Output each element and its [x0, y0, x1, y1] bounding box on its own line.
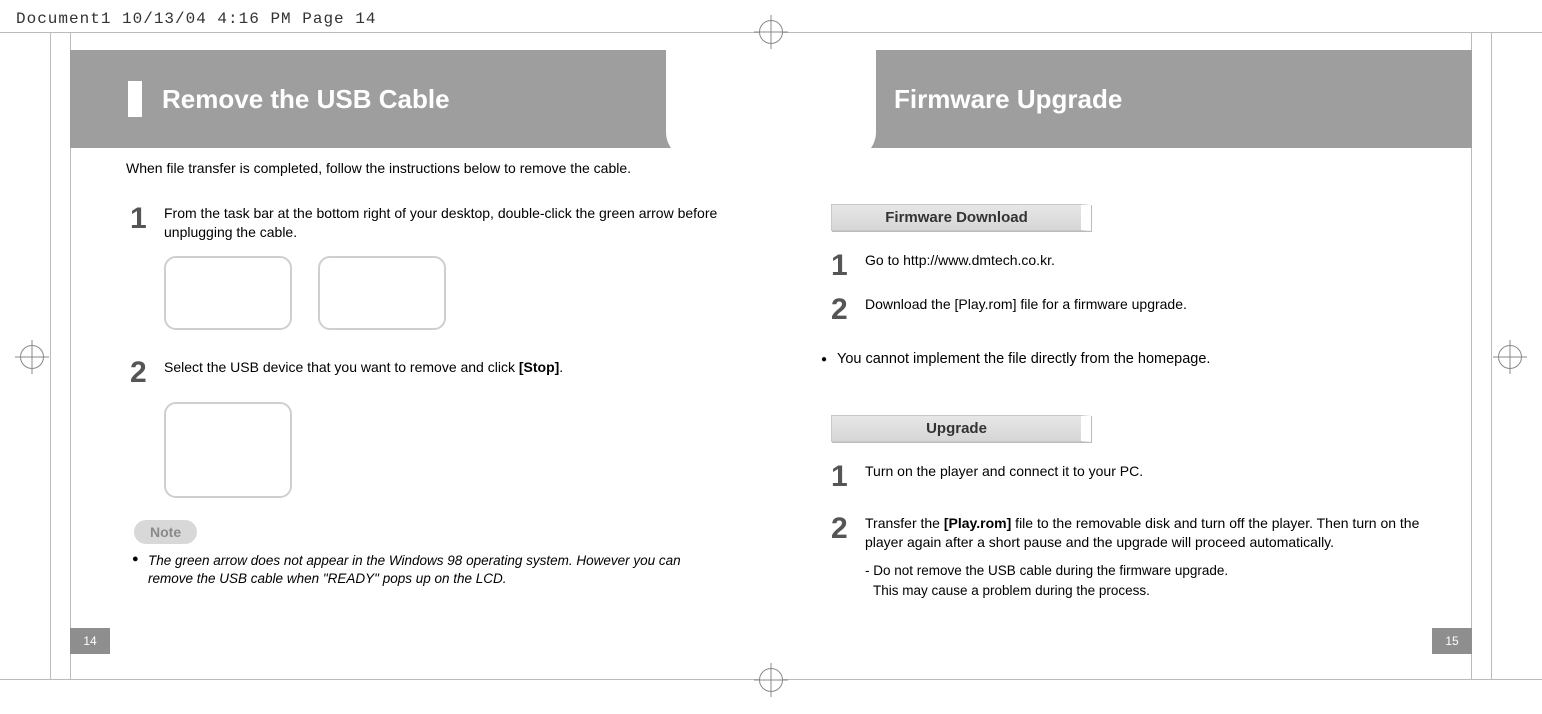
note-body: The green arrow does not appear in the W… [148, 552, 708, 588]
left-intro-text: When file transfer is completed, follow … [126, 160, 771, 176]
step-text: Download the [Play.rom] file for a firmw… [865, 295, 1187, 325]
screenshot-placeholder [164, 256, 292, 330]
page-left: When file transfer is completed, follow … [70, 50, 771, 654]
step-text: Transfer the [Play.rom] file to the remo… [865, 514, 1445, 600]
screenshot-placeholder [164, 402, 292, 498]
doc-header: Document1 10/13/04 4:16 PM Page 14 [16, 10, 376, 28]
step-text: Go to http://www.dmtech.co.kr. [865, 251, 1055, 281]
left-step-2: 2 Select the USB device that you want to… [130, 358, 771, 388]
left-step-1: 1 From the task bar at the bottom right … [130, 204, 771, 242]
step-text: Select the USB device that you want to r… [164, 358, 563, 388]
page-spread: Remove the USB Cable Firmware Upgrade Wh… [70, 50, 1472, 654]
step-number: 2 [130, 358, 164, 388]
page-number-left: 14 [70, 628, 110, 654]
section-label: Firmware Download [831, 204, 1091, 231]
section-firmware-download: Firmware Download [831, 204, 1472, 231]
step-number: 2 [831, 514, 865, 600]
page-right: Firmware Download 1 Go to http://www.dmt… [771, 50, 1472, 654]
step-text: Turn on the player and connect it to you… [865, 462, 1143, 492]
section-label: Upgrade [831, 415, 1091, 442]
step-subtext-2: This may cause a problem during the proc… [865, 582, 1445, 600]
step-text-bold: [Play.rom] [944, 515, 1011, 531]
step-number: 1 [831, 462, 865, 492]
crop-line-right-outer [1491, 32, 1492, 680]
step-text-pre: Transfer the [865, 515, 944, 531]
step-number: 1 [130, 204, 164, 242]
right-a-step-1: 1 Go to http://www.dmtech.co.kr. [831, 251, 1472, 281]
registration-mark-bottom-icon [759, 668, 783, 692]
page-number-right: 15 [1432, 628, 1472, 654]
registration-mark-left-icon [20, 345, 44, 369]
step-number: 2 [831, 295, 865, 325]
right-a-step-2: 2 Download the [Play.rom] file for a fir… [831, 295, 1472, 325]
registration-mark-right-icon [1498, 345, 1522, 369]
spine-notch [666, 50, 876, 160]
section-a-bullet: You cannot implement the file directly f… [837, 351, 1437, 367]
screenshot-placeholder [318, 256, 446, 330]
right-b-step-1: 1 Turn on the player and connect it to y… [831, 462, 1472, 492]
step-text: From the task bar at the bottom right of… [164, 204, 744, 242]
step-text-bold: [Stop] [519, 359, 559, 375]
crop-line-left-outer [50, 32, 51, 680]
section-upgrade: Upgrade [831, 415, 1472, 442]
step-text-pre: Select the USB device that you want to r… [164, 359, 519, 375]
registration-mark-top-icon [759, 20, 783, 44]
right-b-step-2: 2 Transfer the [Play.rom] file to the re… [831, 514, 1472, 600]
note-label: Note [134, 520, 197, 544]
step-subtext-1: - Do not remove the USB cable during the… [865, 562, 1445, 580]
step-text-post: . [559, 359, 563, 375]
step-number: 1 [831, 251, 865, 281]
screenshot-row [164, 256, 771, 330]
screenshot-row-single [164, 402, 771, 498]
